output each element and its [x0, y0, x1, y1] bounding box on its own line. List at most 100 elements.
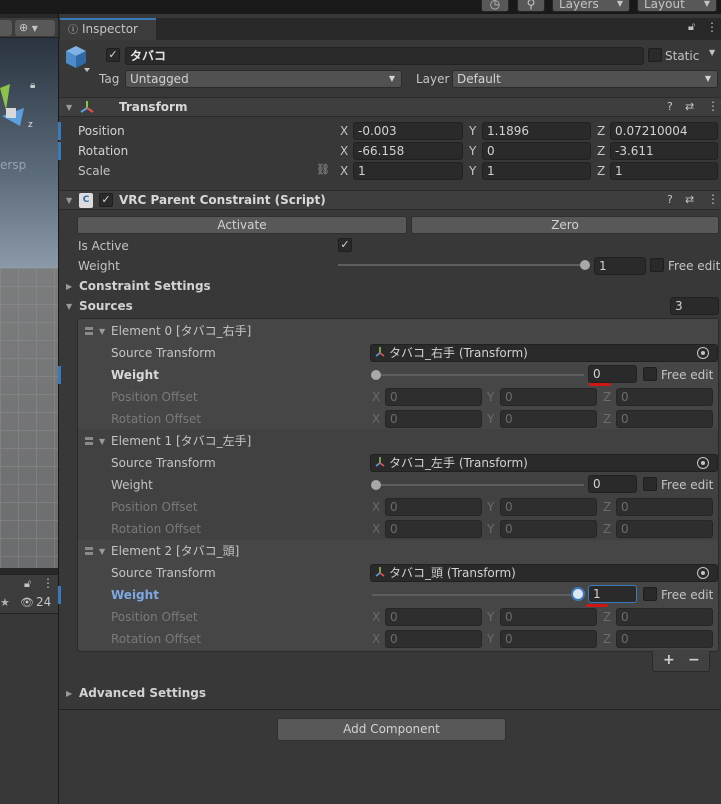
foldout-collapsed-icon[interactable]: ▶ [66, 282, 72, 291]
object-picker-icon[interactable] [697, 457, 709, 469]
foldout-expanded-icon[interactable]: ▼ [66, 196, 72, 205]
modified-indicator [58, 142, 61, 160]
axis-y-label: Y [469, 164, 477, 178]
history-icon[interactable]: ◷ [481, 0, 509, 12]
scene-gizmo-icon[interactable] [0, 80, 28, 140]
weight-field[interactable]: 1 [594, 257, 646, 275]
position-y-field[interactable]: 1.1896 [482, 122, 591, 140]
weight-slider-knob[interactable] [371, 480, 381, 490]
layers-dropdown[interactable]: Layers ▼ [552, 0, 630, 12]
lock-icon[interactable]: 🔓︎ [688, 20, 695, 34]
script-icon: C [79, 193, 93, 208]
star-icon[interactable]: ★ [0, 596, 10, 609]
element-1-source-value: タバコ_左手 (Transform) [389, 456, 528, 470]
gizmo-toggle[interactable]: ⊕ ▼ [15, 20, 55, 36]
drag-handle-icon[interactable]: 〓 [84, 323, 94, 338]
sources-count-field[interactable]: 3 [670, 297, 719, 315]
zero-button[interactable]: Zero [411, 216, 719, 234]
tab-inspector[interactable]: ⓘ Inspector [60, 18, 156, 40]
weight-slider-track[interactable] [372, 594, 576, 596]
sources-label[interactable]: Sources [79, 298, 133, 314]
help-icon[interactable]: ? [667, 193, 673, 206]
gameobject-name-field[interactable]: タバコ [125, 47, 644, 65]
foldout-expanded-icon[interactable]: ▼ [66, 103, 72, 112]
free-edit-checkbox[interactable] [643, 587, 657, 601]
chevron-down-icon[interactable]: ▼ [709, 48, 715, 57]
element-0-title[interactable]: Element 0 [タバコ_右手] [111, 323, 251, 339]
layer-dropdown[interactable]: Default ▼ [452, 70, 718, 88]
help-icon[interactable]: ? [667, 100, 673, 113]
foldout-expanded-icon[interactable]: ▼ [99, 327, 105, 336]
kebab-menu-icon[interactable]: ⋮ [42, 576, 54, 590]
axis-x-label: X [372, 390, 381, 404]
presets-icon[interactable]: ⇄ [685, 100, 694, 113]
add-component-button[interactable]: Add Component [277, 718, 506, 741]
position-offset-y-field: 0 [500, 608, 597, 626]
scale-x-field[interactable]: 1 [353, 162, 463, 180]
is-active-label: Is Active [78, 239, 129, 253]
rotation-z-field[interactable]: -3.611 [610, 142, 718, 160]
foldout-expanded-icon[interactable]: ▼ [99, 547, 105, 556]
weight-slider-knob[interactable] [371, 370, 381, 380]
foldout-collapsed-icon[interactable]: ▶ [66, 689, 72, 698]
kebab-menu-icon[interactable]: ⋮ [706, 20, 718, 34]
weight-slider-track[interactable] [338, 264, 586, 266]
object-picker-icon[interactable] [697, 347, 709, 359]
gameobject-active-checkbox[interactable]: ✓ [106, 48, 120, 62]
element-2-weight-field[interactable]: 1 [588, 585, 637, 603]
is-active-checkbox[interactable]: ✓ [338, 238, 352, 252]
element-2-source-field[interactable]: タバコ_頭 (Transform) [370, 564, 718, 582]
element-0-weight-field[interactable]: 0 [588, 365, 637, 383]
lock-icon[interactable]: 🔓︎ [24, 577, 31, 591]
tag-dropdown[interactable]: Untagged ▼ [125, 70, 402, 88]
free-edit-checkbox[interactable] [650, 258, 664, 272]
transform-header[interactable]: ▼ Transform ? ⇄ ⋮ [59, 97, 721, 117]
component-enabled-checkbox[interactable]: ✓ [99, 193, 113, 207]
rotation-y-field[interactable]: 0 [482, 142, 591, 160]
axis-z-label: z [28, 120, 33, 130]
hidden-eye-icon[interactable]: 👁︎ [20, 596, 34, 609]
scale-z-field[interactable]: 1 [610, 162, 718, 180]
element-1-weight-field[interactable]: 0 [588, 475, 637, 493]
position-offset-z-field: 0 [616, 608, 713, 626]
layout-dropdown[interactable]: Layout ▼ [637, 0, 717, 12]
object-picker-icon[interactable] [697, 567, 709, 579]
foldout-expanded-icon[interactable]: ▼ [66, 302, 72, 311]
kebab-menu-icon[interactable]: ⋮ [707, 99, 719, 113]
scene-sky[interactable] [0, 38, 58, 268]
constraint-settings-label[interactable]: Constraint Settings [79, 278, 211, 294]
unlinked-scale-icon[interactable]: ⛓︎ [316, 163, 330, 176]
scene-view-label[interactable]: ersp [0, 157, 26, 173]
presets-icon[interactable]: ⇄ [685, 193, 694, 206]
element-1-title[interactable]: Element 1 [タバコ_左手] [111, 433, 251, 449]
weight-slider-track[interactable] [372, 374, 584, 376]
position-x-field[interactable]: -0.003 [353, 122, 463, 140]
drag-handle-icon[interactable]: 〓 [84, 433, 94, 448]
weight-slider-knob[interactable] [573, 589, 583, 599]
scene-tool-button[interactable] [0, 20, 12, 36]
element-2-title[interactable]: Element 2 [タバコ_頭] [111, 543, 239, 559]
static-checkbox[interactable] [648, 48, 662, 62]
remove-element-button[interactable]: − [688, 652, 700, 668]
free-edit-checkbox[interactable] [643, 477, 657, 491]
free-edit-checkbox[interactable] [643, 367, 657, 381]
lock-icon[interactable]: 🔒︎ [30, 78, 35, 94]
advanced-settings-label[interactable]: Advanced Settings [79, 685, 206, 701]
search-icon[interactable]: ⚲ [517, 0, 545, 12]
rotation-offset-x-field: 0 [385, 630, 482, 648]
element-0-source-field[interactable]: タバコ_右手 (Transform) [370, 344, 718, 362]
drag-handle-icon[interactable]: 〓 [84, 543, 94, 558]
position-offset-y-field: 0 [500, 388, 597, 406]
activate-button[interactable]: Activate [77, 216, 407, 234]
element-1-source-field[interactable]: タバコ_左手 (Transform) [370, 454, 718, 472]
gameobject-cube-icon[interactable] [64, 44, 90, 74]
kebab-menu-icon[interactable]: ⋮ [707, 192, 719, 206]
add-element-button[interactable]: + [663, 652, 675, 668]
weight-slider-knob[interactable] [580, 260, 590, 270]
rotation-x-field[interactable]: -66.158 [353, 142, 463, 160]
position-z-field[interactable]: 0.07210004 [610, 122, 718, 140]
scale-y-field[interactable]: 1 [482, 162, 591, 180]
foldout-expanded-icon[interactable]: ▼ [99, 437, 105, 446]
constraint-header[interactable]: ▼ C ✓ VRC Parent Constraint (Script) ? ⇄… [59, 190, 721, 210]
weight-slider-track[interactable] [372, 484, 584, 486]
